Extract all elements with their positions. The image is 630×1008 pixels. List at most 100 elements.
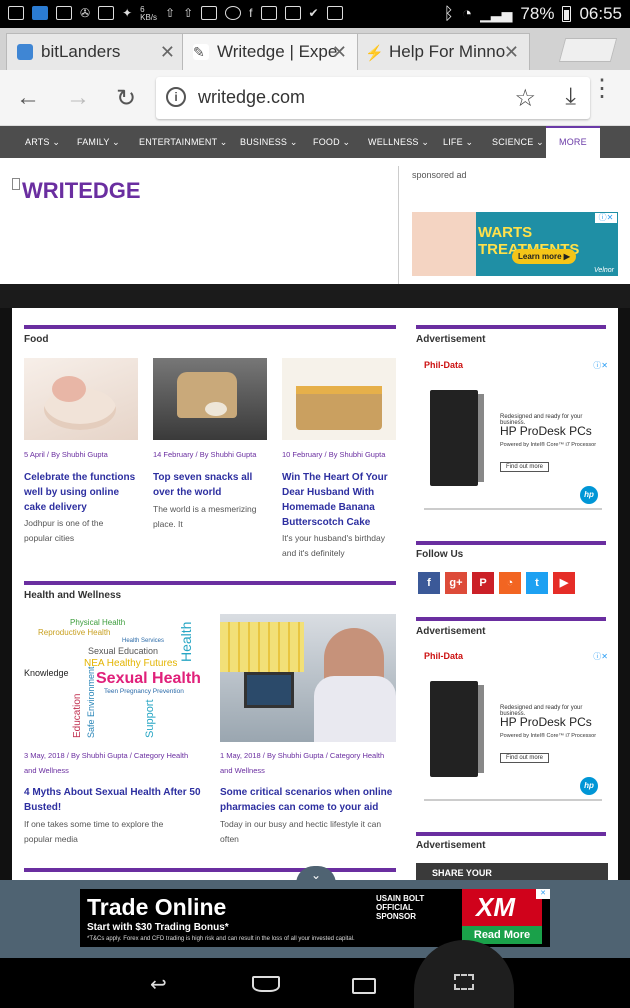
sponsored-label: sponsored ad [412,170,467,180]
shield-icon [56,6,72,20]
menu-kebab-icon[interactable]: ⋮ [590,77,614,101]
address-bar[interactable]: i writedge.com ☆ ⤓ [156,77,590,119]
new-tab-button[interactable] [558,38,618,62]
post-meta: 10 February / By Shubhi Gupta [282,450,386,459]
twitter-icon: ✦ [122,6,133,20]
bitlanders-favicon [17,44,33,60]
tab-strip: bitLanders ✕ ✎ Writedge | Expe ✕ ⚡ Help … [0,28,630,70]
nav-entertainment[interactable]: ENTERTAINMENT ⌄ [139,126,228,158]
banner-disclaimer: *T&Cs apply. Forex and CFD trading is hi… [87,936,355,942]
close-tab-icon[interactable]: ✕ [504,42,519,63]
instagram-icon [201,6,218,20]
forward-icon[interactable]: → [66,84,90,112]
section-title-health: Health and Wellness [24,590,122,601]
youtube-icon[interactable]: ▶ [553,572,575,594]
browser-toolbar: ← → ↻ i writedge.com ☆ ⤓ ⋮ [0,70,630,126]
cake-image[interactable] [24,358,138,440]
learn-more-button[interactable]: Learn more ▶ [512,249,576,264]
tab-writedge[interactable]: ✎ Writedge | Expe ✕ [182,33,358,70]
sidebar-rule [416,325,606,329]
broken-image-icon [12,178,20,190]
banner-sponsor: USAIN BOLT OFFICIAL SPONSOR [376,894,425,921]
ad-brand: Phil-Data [424,651,464,661]
mail-icon [284,6,301,20]
section-title-food: Food [24,334,49,345]
word-cloud-image[interactable]: Physical Health Reproductive Health Heal… [24,614,206,742]
post-meta: 3 May, 2018 / By Shubhi Gupta / Category… [24,751,189,775]
back-icon[interactable]: ← [16,84,40,112]
download-icon [326,6,343,20]
reload-icon[interactable]: ↻ [116,84,136,113]
find-out-more-button[interactable]: Find out more [500,462,550,472]
warts-ad[interactable]: WARTS TREATMENTS Learn more ▶ ⓘ✕ Velnor [412,212,618,276]
post-title[interactable]: Celebrate the functions well by using onl… [24,470,144,515]
adchoices-icon[interactable]: ✕ [536,889,550,899]
post-title[interactable]: Win The Heart Of Your Dear Husband With Ho… [282,470,402,530]
nav-business[interactable]: BUSINESS ⌄ [240,126,298,158]
ad-image [412,212,476,276]
status-bar: ✇ ✦ 6 KB/s ⇧ ⇧ f ✔ ᛒ ◔ ▁▃▅ 78% 06:55 [0,0,630,28]
nav-family[interactable]: FAMILY ⌄ [77,126,120,158]
post-meta: 1 May, 2018 / By Shubhi Gupta / Category… [220,751,385,775]
pinterest-icon[interactable]: P [472,572,494,594]
ad-fineprint [424,508,602,510]
bolt-favicon: ⚡ [365,45,384,62]
home-nav-icon[interactable] [252,976,280,992]
google-plus-icon[interactable]: g+ [445,572,467,594]
tab-bitlanders[interactable]: bitLanders ✕ [6,33,186,70]
download-icon[interactable]: ⤓ [565,83,576,111]
post-title[interactable]: 4 Myths About Sexual Health After 50 Bust… [24,785,214,815]
bread-image[interactable] [153,358,267,440]
post-title[interactable]: Top seven snacks all over the world [153,470,273,500]
sidebar-title-advertisement: Advertisement [416,334,486,345]
site-header: WRITEDGE sponsored ad WARTS TREATMENTS L… [0,158,630,296]
wrench-icon: ✇ [80,6,91,20]
xm-logo: XM [476,892,515,922]
post-excerpt: It's your husband's birthday and it's def… [282,533,385,558]
wifi-icon: ◔ [461,4,473,23]
capture-icon [454,974,474,990]
adchoices-icon[interactable]: ⓘ✕ [593,651,608,662]
nav-science[interactable]: SCIENCE ⌄ [492,126,544,158]
writedge-favicon: ✎ [193,44,209,60]
tab-help-for-minno[interactable]: ⚡ Help For Minno ✕ [354,33,530,70]
pc-tower-image [430,681,484,777]
hp-ad[interactable]: Phil-Data ⓘ✕ Redesigned and ready for yo… [416,649,608,805]
adchoices-icon[interactable]: ⓘ✕ [593,360,608,371]
banner-title: Trade Online [87,894,227,920]
close-tab-icon[interactable]: ✕ [332,42,347,63]
post-title[interactable]: Some critical scenarios when online pharm… [220,785,410,815]
info-icon[interactable]: i [166,87,186,107]
url-text[interactable]: writedge.com [198,87,305,108]
banana-cake-image[interactable] [282,358,396,440]
back-nav-icon[interactable]: ↩ [150,972,167,997]
post-meta: 5 April / By Shubhi Gupta [24,450,108,459]
system-nav-bar: ↩ [0,958,630,1008]
site-logo[interactable]: WRITEDGE [12,178,141,204]
facebook-icon[interactable]: f [418,572,440,594]
upload-icon: ⇧ [165,6,176,20]
check-icon: ✔ [308,6,319,20]
nav-wellness[interactable]: WELLNESS ⌄ [368,126,429,158]
rss-icon[interactable]: ◔ [499,572,521,594]
twitter-icon[interactable]: t [526,572,548,594]
ad-brand: Phil-Data [424,360,464,370]
adchoices-icon[interactable]: ⓘ✕ [595,213,617,223]
sidebar-rule [416,541,606,545]
banner-subtitle: Start with $30 Trading Bonus* [87,922,229,933]
hp-logo: hp [580,486,598,504]
xm-banner-ad[interactable]: Trade Online Start with $30 Trading Bonu… [80,889,550,947]
nav-more[interactable]: MORE [546,126,600,158]
third-ad[interactable]: SHARE YOUR [416,863,608,881]
hp-ad[interactable]: Phil-Data ⓘ✕ Redesigned and ready for yo… [416,358,608,514]
divider [398,166,399,296]
find-out-more-button[interactable]: Find out more [500,753,550,763]
recents-nav-icon[interactable] [352,978,376,994]
nav-food[interactable]: FOOD ⌄ [313,126,350,158]
bookmark-star-icon[interactable]: ☆ [514,84,536,113]
pharmacy-image[interactable] [220,614,396,742]
nav-life[interactable]: LIFE ⌄ [443,126,473,158]
close-tab-icon[interactable]: ✕ [160,42,175,63]
notification-icon [8,6,24,20]
nav-arts[interactable]: ARTS ⌄ [25,126,60,158]
